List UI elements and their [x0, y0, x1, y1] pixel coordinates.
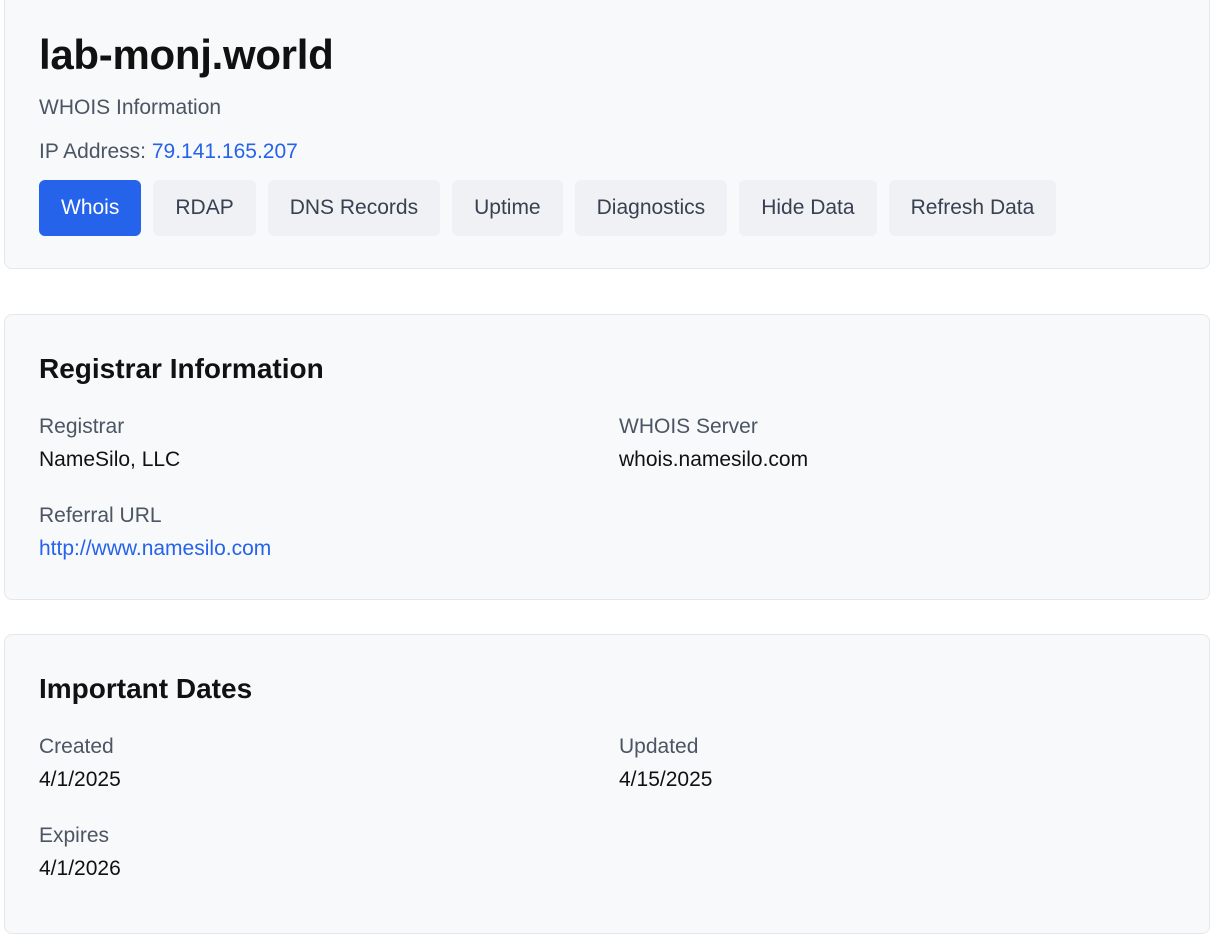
refresh-data-button[interactable]: Refresh Data [888, 180, 1057, 236]
expires-date-field: Expires 4/1/2026 [39, 824, 121, 881]
updated-date-field: Updated 4/15/2025 [619, 735, 712, 792]
tab-rdap[interactable]: RDAP [153, 180, 256, 236]
expires-label: Expires [39, 824, 110, 847]
updated-value: 4/15/2025 [619, 768, 713, 791]
ip-address-line: IP Address: 79.141.165.207 [39, 140, 298, 164]
page-subtitle: WHOIS Information [39, 96, 222, 119]
tab-bar: Whois RDAP DNS Records Uptime Diagnostic… [39, 180, 1057, 236]
referral-url-field: Referral URL http://www.namesilo.com [39, 504, 271, 561]
ip-address-link[interactable]: 79.141.165.207 [152, 140, 298, 163]
tab-whois[interactable]: Whois [39, 180, 142, 236]
important-dates-card: Important Dates Created 4/1/2025 Updated… [4, 634, 1210, 934]
domain-header-card: lab-monj.world WHOIS Information IP Addr… [4, 0, 1210, 269]
referral-url-link[interactable]: http://www.namesilo.com [39, 537, 271, 561]
registrar-label: Registrar [39, 415, 125, 438]
whois-server-label: WHOIS Server [619, 415, 758, 438]
page-title: lab-monj.world [39, 31, 334, 78]
hide-data-button[interactable]: Hide Data [739, 180, 877, 236]
ip-address-label: IP Address: [39, 140, 147, 163]
created-label: Created [39, 735, 114, 758]
updated-label: Updated [619, 735, 699, 758]
registrar-field: Registrar NameSilo, LLC [39, 415, 180, 472]
tab-uptime[interactable]: Uptime [452, 180, 563, 236]
created-value: 4/1/2025 [39, 768, 121, 791]
referral-url-label: Referral URL [39, 504, 162, 527]
registrar-info-card: Registrar Information Registrar NameSilo… [4, 314, 1210, 600]
dates-section-title: Important Dates [39, 673, 253, 704]
tab-dns-records[interactable]: DNS Records [267, 180, 441, 236]
whois-server-field: WHOIS Server whois.namesilo.com [619, 415, 808, 472]
registrar-section-title: Registrar Information [39, 353, 324, 384]
registrar-value: NameSilo, LLC [39, 448, 181, 471]
created-date-field: Created 4/1/2025 [39, 735, 121, 792]
expires-value: 4/1/2026 [39, 857, 121, 880]
tab-diagnostics[interactable]: Diagnostics [574, 180, 728, 236]
whois-server-value: whois.namesilo.com [619, 448, 809, 471]
